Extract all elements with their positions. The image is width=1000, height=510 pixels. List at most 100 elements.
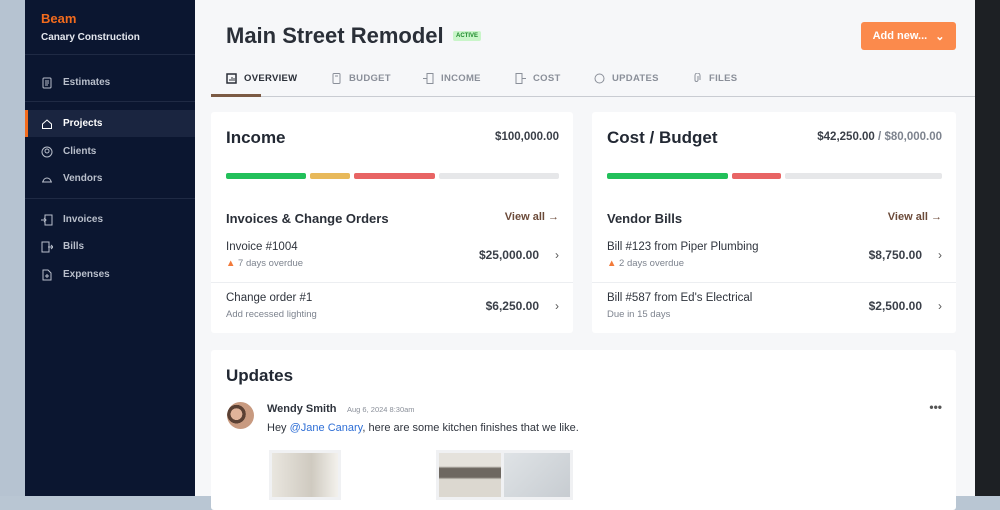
chevron-right-icon: › [938, 248, 942, 262]
row-amount: $25,000.00 [478, 248, 539, 262]
tab-bar: OVERVIEW BUDGET INCOME COST UPDATES FILE… [211, 66, 975, 97]
bill-row[interactable]: Bill #123 from Piper Plumbing ▲ 2 days o… [592, 233, 956, 283]
sidebar-item-invoices[interactable]: Invoices [25, 206, 195, 233]
status-badge: ACTIVE [453, 31, 482, 41]
row-title: Bill #587 from Ed's Electrical [607, 292, 753, 304]
beam-logo: Beam [41, 11, 77, 26]
income-total: $100,000.00 [495, 131, 559, 143]
chevron-right-icon: › [938, 299, 942, 313]
update-timestamp: Aug 6, 2024 8:30am [347, 405, 415, 414]
tab-files[interactable]: FILES [691, 73, 737, 84]
view-all-label: View all [504, 211, 545, 223]
warning-icon: ▲ [607, 258, 617, 269]
divider [25, 101, 195, 102]
separator: / [878, 131, 882, 143]
add-new-button[interactable]: Add new... ⌄ [861, 22, 956, 50]
bill-out-icon [41, 241, 53, 252]
sidebar: Beam Canary Construction Estimates Proje… [25, 0, 195, 496]
sidebar-item-label: Clients [63, 146, 97, 157]
window-edge [975, 0, 1000, 496]
expense-icon [42, 269, 52, 280]
row-subtitle: Add recessed lighting [226, 309, 317, 320]
cost-spent: $42,250.00 [817, 131, 875, 143]
home-icon [42, 118, 52, 129]
more-options-icon[interactable]: ••• [929, 400, 942, 414]
update-author[interactable]: Wendy Smith [267, 403, 336, 415]
row-title: Bill #123 from Piper Plumbing [607, 241, 759, 253]
image-thumbnail[interactable] [501, 450, 573, 500]
income-card: Income $100,000.00 Invoices & Change Ord… [211, 112, 573, 333]
invoice-in-icon [423, 73, 434, 84]
tab-overview[interactable]: OVERVIEW [226, 73, 297, 84]
sidebar-item-label: Expenses [63, 269, 110, 280]
image-thumbnail[interactable] [269, 450, 341, 500]
sidebar-item-vendors[interactable]: Vendors [25, 165, 195, 192]
active-tab-indicator [211, 94, 261, 97]
cost-progress-bar [607, 173, 942, 179]
update-message: Hey @Jane Canary, here are some kitchen … [267, 422, 579, 434]
row-amount: $6,250.00 [485, 299, 539, 313]
user-circle-icon [41, 146, 53, 157]
progress-segment [310, 173, 351, 179]
row-title: Change order #1 [226, 292, 313, 304]
view-all-bills-link[interactable]: View all → [888, 211, 942, 223]
view-all-invoices-link[interactable]: View all → [505, 211, 559, 223]
company-name[interactable]: Canary Construction [41, 32, 140, 43]
tab-label: UPDATES [612, 73, 659, 84]
message-text: , here are some kitchen finishes that we… [362, 422, 579, 434]
cost-budget: $80,000.00 [884, 131, 942, 143]
tab-label: FILES [709, 73, 738, 84]
sidebar-item-estimates[interactable]: Estimates [25, 69, 195, 96]
document-icon [42, 77, 52, 88]
row-amount: $2,500.00 [868, 299, 922, 313]
tab-income[interactable]: INCOME [423, 73, 481, 84]
income-title: Income [226, 128, 286, 147]
sidebar-item-projects[interactable]: Projects [25, 110, 195, 137]
view-all-label: View all [887, 211, 928, 223]
bill-row[interactable]: Bill #587 from Ed's Electrical Due in 15… [592, 284, 956, 334]
sidebar-item-label: Projects [63, 118, 103, 129]
vendor-bills-heading: Vendor Bills [607, 211, 683, 226]
chevron-down-icon: ⌄ [935, 30, 945, 43]
tab-budget[interactable]: BUDGET [331, 73, 391, 84]
sidebar-item-bills[interactable]: Bills [25, 233, 195, 260]
sidebar-item-expenses[interactable]: Expenses [25, 261, 195, 288]
change-order-row[interactable]: Change order #1 Add recessed lighting $6… [211, 284, 573, 334]
invoice-in-icon [41, 214, 53, 225]
main-content: Main Street Remodel ACTIVE Add new... ⌄ O… [195, 0, 975, 510]
updates-card: Updates Wendy Smith Aug 6, 2024 8:30am H… [211, 350, 956, 510]
chat-bubble-icon [594, 73, 605, 84]
progress-segment [354, 173, 435, 179]
warning-icon: ▲ [226, 258, 236, 269]
tab-label: COST [533, 73, 561, 84]
mention-link[interactable]: @Jane Canary [290, 422, 363, 434]
invoice-row[interactable]: Invoice #1004 ▲ 7 days overdue $25,000.0… [211, 233, 573, 283]
cost-card: Cost / Budget $42,250.00 / $80,000.00 Ve… [592, 112, 956, 333]
calculator-icon [332, 73, 341, 84]
income-progress-bar [226, 173, 559, 179]
progress-segment [731, 173, 782, 179]
page-title: Main Street Remodel [226, 23, 444, 48]
invoices-heading: Invoices & Change Orders [226, 211, 389, 226]
background-strip [0, 0, 25, 496]
tab-updates[interactable]: UPDATES [594, 73, 659, 84]
paperclip-icon [694, 73, 701, 82]
cost-title: Cost / Budget [607, 128, 718, 147]
sidebar-item-label: Bills [63, 241, 85, 252]
tab-label: BUDGET [349, 73, 391, 84]
row-subtitle: 2 days overdue [619, 258, 685, 269]
arrow-right-icon: → [548, 211, 559, 223]
row-subtitle: Due in 15 days [607, 309, 671, 320]
image-thumbnail[interactable] [436, 450, 508, 500]
cost-total: $42,250.00 / $80,000.00 [817, 131, 942, 143]
tab-label: OVERVIEW [244, 73, 298, 84]
arrow-right-icon: → [931, 211, 942, 223]
tab-cost[interactable]: COST [515, 73, 561, 84]
row-title: Invoice #1004 [226, 241, 298, 253]
avatar [227, 402, 254, 429]
row-amount: $8,750.00 [868, 248, 922, 262]
chevron-right-icon: › [555, 248, 559, 262]
sidebar-item-label: Estimates [63, 77, 111, 88]
bill-out-icon [515, 73, 526, 84]
sidebar-item-clients[interactable]: Clients [25, 138, 195, 165]
